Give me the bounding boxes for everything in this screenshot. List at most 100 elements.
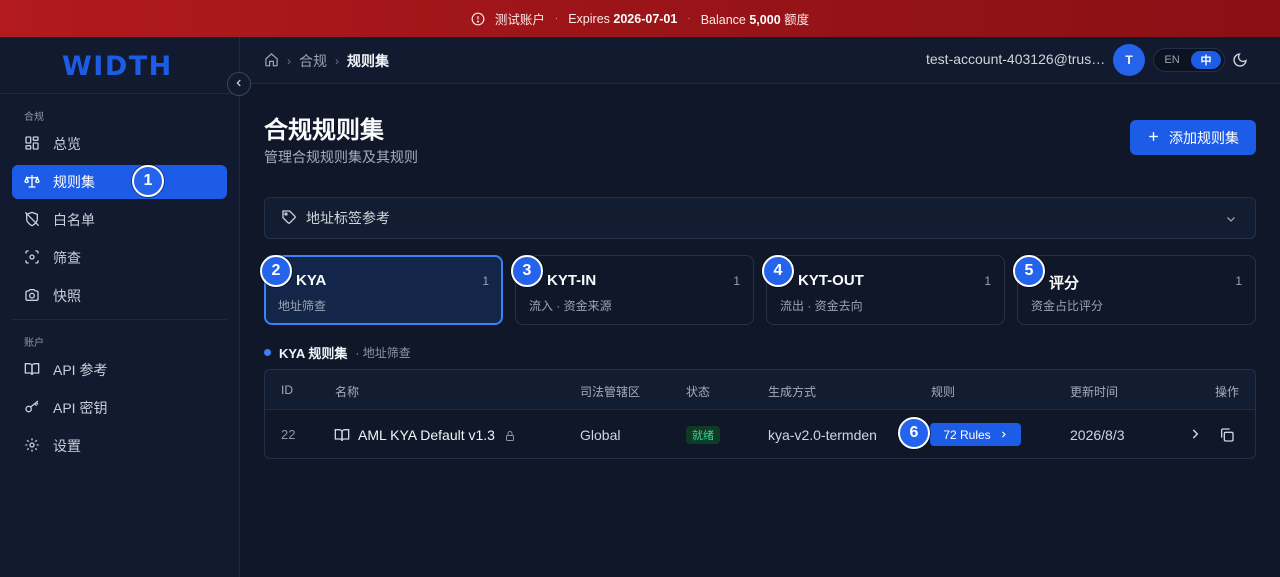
- rules-count-button[interactable]: 72 Rules: [930, 423, 1021, 446]
- ruleset-section-subtitle: · 地址筛查: [355, 346, 411, 360]
- sidebar-item-whitelist[interactable]: 白名单: [12, 203, 227, 237]
- account-email[interactable]: test-account-403126@trustin.info: [926, 51, 1106, 67]
- moon-icon: [1232, 53, 1248, 72]
- sidebar-item-overview[interactable]: 总览: [12, 127, 227, 161]
- dashboard-icon: [24, 135, 40, 154]
- address-tag-reference-accordion[interactable]: 地址标签参考: [264, 197, 1256, 239]
- col-header-id: ID: [281, 383, 293, 397]
- sidebar-item-label: 快照: [53, 288, 81, 304]
- breadcrumb-compliance[interactable]: 合规: [299, 51, 327, 71]
- home-icon[interactable]: [264, 52, 279, 70]
- camera-icon: [24, 287, 40, 306]
- ruleset-card-kyt-out[interactable]: KYT-OUT 流出 · 资金去向 1: [766, 255, 1005, 325]
- scan-icon: [24, 249, 40, 268]
- col-header-actions: 操作: [1215, 385, 1240, 399]
- sidebar-item-api-reference[interactable]: API 参考: [12, 353, 227, 387]
- col-header-updated: 更新时间: [1070, 385, 1119, 399]
- breadcrumb-current: 规则集: [347, 52, 389, 69]
- ruleset-section-title: KYA 规则集: [279, 346, 348, 361]
- shield-off-icon: [24, 211, 40, 230]
- book-icon: [334, 427, 350, 448]
- theme-toggle-button[interactable]: [1232, 52, 1248, 73]
- sidebar-item-api-keys[interactable]: API 密钥: [12, 391, 227, 425]
- sidebar-item-label: API 参考: [53, 362, 108, 378]
- copy-icon[interactable]: [1219, 427, 1235, 448]
- section-label-compliance: 合规: [24, 112, 44, 123]
- accordion-label: 地址标签参考: [306, 210, 390, 226]
- book-icon: [24, 361, 40, 380]
- rulesets-table: ID 名称 司法管辖区 状态 生成方式 规则 更新时间 操作 22 AML KY…: [264, 369, 1256, 459]
- sidebar-item-label: 筛查: [53, 250, 81, 266]
- sidebar-item-settings[interactable]: 设置: [12, 429, 227, 463]
- section-label-account: 账户: [24, 338, 44, 349]
- annotation-marker-2: 2: [260, 255, 292, 287]
- ruleset-card-kyt-in[interactable]: KYT-IN 流入 · 资金来源 1: [515, 255, 754, 325]
- status-dot: [264, 349, 271, 356]
- table-header: ID 名称 司法管辖区 状态 生成方式 规则 更新时间 操作: [265, 370, 1255, 410]
- topbar: › 合规 › 规则集 test-account-403126@trustin.i…: [240, 37, 1280, 84]
- sidebar-item-snapshots[interactable]: 快照: [12, 279, 227, 313]
- sidebar-collapse-button[interactable]: [227, 72, 251, 96]
- add-ruleset-button[interactable]: 添加规则集: [1130, 120, 1256, 155]
- cell-generation: kya-v2.0-termden: [768, 427, 877, 443]
- sidebar-item-label: 规则集: [53, 174, 95, 190]
- card-desc: 资金占比评分: [1031, 299, 1104, 313]
- card-desc: 地址筛查: [278, 299, 327, 313]
- ruleset-card-kya[interactable]: KYA 地址筛查 1: [264, 255, 503, 325]
- card-desc: 流出 · 资金去向: [780, 299, 863, 313]
- key-icon: [24, 399, 40, 418]
- ruleset-card-score[interactable]: 评分 资金占比评分 1: [1017, 255, 1256, 325]
- banner-expires: Expires 2026-07-01: [568, 11, 678, 26]
- sidebar-item-label: 设置: [53, 438, 81, 454]
- add-ruleset-label: 添加规则集: [1169, 129, 1239, 146]
- chevron-right-icon: ›: [287, 53, 291, 68]
- sidebar: WIDTH 合规 总览 规则集 白名单 筛查 快照 账户 API 参考 API …: [0, 37, 240, 577]
- page-title: 合规规则集: [264, 117, 384, 144]
- card-count: 1: [1235, 274, 1242, 288]
- annotation-marker-6: 6: [898, 417, 930, 449]
- breadcrumb: › 合规 › 规则集: [264, 37, 389, 84]
- page-subtitle: 管理合规规则集及其规则: [264, 149, 418, 165]
- card-name: KYT-IN: [547, 272, 597, 289]
- tag-icon: [281, 209, 297, 228]
- card-count: 1: [984, 274, 991, 288]
- col-header-rules: 规则: [931, 385, 956, 399]
- annotation-marker-4: 4: [762, 255, 794, 287]
- cell-name[interactable]: AML KYA Default v1.3: [358, 427, 495, 443]
- cell-id: 22: [281, 427, 296, 442]
- banner-balance: Balance 5,000 额度: [700, 13, 810, 27]
- card-count: 1: [482, 274, 489, 288]
- sidebar-item-label: 总览: [53, 136, 81, 152]
- chevron-right-icon: ›: [335, 53, 339, 68]
- avatar[interactable]: T: [1113, 44, 1145, 76]
- card-name: KYT-OUT: [798, 272, 864, 289]
- card-name: KYA: [296, 272, 327, 289]
- card-count: 1: [733, 274, 740, 288]
- annotation-marker-3: 3: [511, 255, 543, 287]
- sidebar-item-rulesets[interactable]: 规则集: [12, 165, 227, 199]
- lang-zh-option[interactable]: 中: [1191, 51, 1221, 69]
- rules-count-label: 72 Rules: [943, 427, 991, 442]
- language-toggle[interactable]: EN 中: [1153, 48, 1225, 72]
- plus-icon: [1147, 130, 1160, 146]
- cell-jurisdiction: Global: [580, 427, 621, 443]
- sidebar-item-label: 白名单: [53, 212, 95, 228]
- info-icon: [471, 12, 485, 26]
- annotation-marker-1: 1: [132, 165, 164, 197]
- sidebar-item-label: API 密钥: [53, 400, 108, 416]
- col-header-generation: 生成方式: [768, 385, 817, 399]
- brand-logo[interactable]: WIDTH: [62, 51, 173, 82]
- open-row-button[interactable]: [1188, 427, 1202, 446]
- cell-updated: 2026/8/3: [1070, 427, 1125, 443]
- lang-en-option[interactable]: EN: [1157, 54, 1187, 66]
- chevron-left-icon: [234, 75, 244, 93]
- chevron-right-icon: [999, 428, 1008, 442]
- scale-icon: [24, 173, 40, 192]
- trial-banner: 测试账户 · Expires 2026-07-01 · Balance 5,00…: [0, 0, 1280, 37]
- ruleset-section-header: KYA 规则集 · 地址筛查: [264, 343, 411, 362]
- card-name: 评分: [1049, 275, 1080, 292]
- gear-icon: [24, 437, 40, 456]
- col-header-jurisdiction: 司法管辖区: [580, 385, 641, 399]
- status-badge: 就绪: [686, 426, 720, 444]
- sidebar-item-screening[interactable]: 筛查: [12, 241, 227, 275]
